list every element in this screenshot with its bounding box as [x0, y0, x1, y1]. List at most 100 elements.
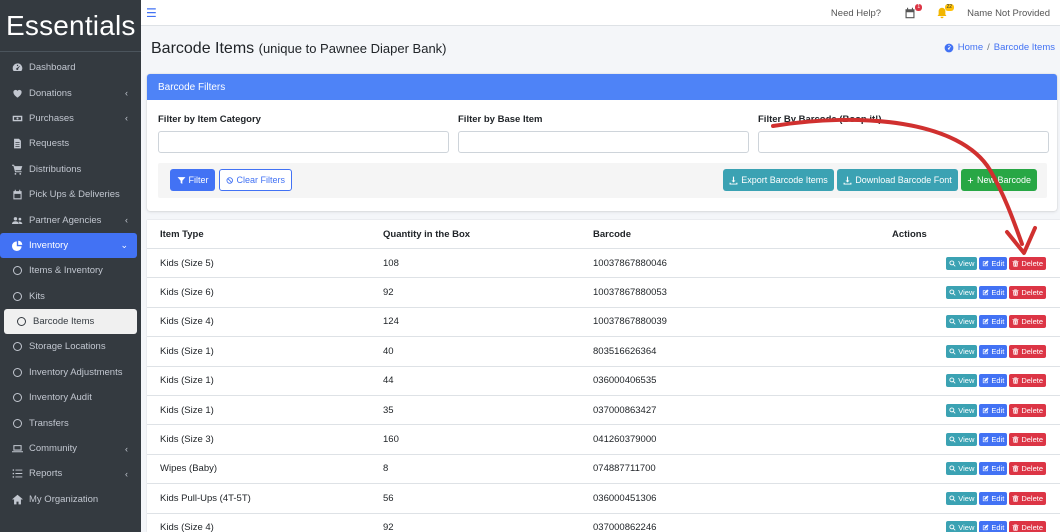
- top-navbar: ☰ Need Help? 1 22 Name Not Provided: [141, 0, 1060, 26]
- sidebar-item-label: Reports: [29, 468, 63, 480]
- sidebar-item-inventory[interactable]: Inventory ⌄: [0, 232, 137, 259]
- sidebar-item-donations[interactable]: Donations ‹: [0, 80, 137, 105]
- hamburger-menu-icon[interactable]: ☰: [146, 6, 157, 20]
- dashboard-icon: [944, 43, 954, 52]
- edit-icon: [983, 377, 989, 384]
- sidebar-item-purchases[interactable]: Purchases ‹: [0, 106, 137, 131]
- chevron-left-icon: ‹: [125, 88, 128, 99]
- filter-category-select[interactable]: [158, 131, 449, 153]
- view-button[interactable]: View: [946, 344, 978, 358]
- table-row: Kids (Size 6) 92 10037867880053 View Edit Del…: [147, 277, 1060, 306]
- sidebar-item-inventory-adjustments[interactable]: Inventory Adjustments: [0, 360, 137, 385]
- alert-badge: 22: [944, 4, 955, 11]
- breadcrumb-current[interactable]: Barcode Items: [994, 42, 1055, 53]
- delete-label: Delete: [1021, 288, 1043, 298]
- edit-button[interactable]: Edit: [979, 256, 1008, 270]
- view-button[interactable]: View: [946, 315, 978, 329]
- new-barcode-button[interactable]: New Barcode: [961, 169, 1037, 191]
- edit-button[interactable]: Edit: [979, 374, 1008, 388]
- sidebar-item-kits[interactable]: Kits: [0, 284, 137, 309]
- delete-button[interactable]: Delete: [1009, 344, 1046, 358]
- pie-chart-icon: [11, 239, 23, 251]
- users-icon: [11, 214, 23, 226]
- edit-button[interactable]: Edit: [979, 403, 1008, 417]
- edit-button[interactable]: Edit: [979, 315, 1008, 329]
- breadcrumb-home[interactable]: Home: [958, 42, 983, 53]
- table-row: Kids (Size 1) 44 036000406535 View Edit Delet…: [147, 365, 1060, 395]
- alerts-icon[interactable]: 22: [935, 4, 955, 20]
- search-icon: [949, 348, 956, 355]
- user-menu[interactable]: Name Not Provided: [967, 8, 1050, 19]
- notifications-icon[interactable]: 1: [903, 4, 923, 20]
- view-button[interactable]: View: [946, 286, 978, 300]
- view-button[interactable]: View: [946, 462, 978, 476]
- row-actions: View Edit Delete: [946, 337, 1046, 365]
- need-help-link[interactable]: Need Help?: [831, 8, 881, 19]
- row-actions: View Edit Delete: [946, 514, 1046, 532]
- clear-filters-button[interactable]: Clear Filters: [219, 169, 292, 191]
- sidebar-item-items-inventory[interactable]: Items & Inventory: [0, 258, 137, 283]
- download-barcode-font-button[interactable]: Download Barcode Font: [837, 169, 958, 191]
- sidebar-item-distributions[interactable]: Distributions: [0, 157, 137, 182]
- sidebar-item-my-organization[interactable]: My Organization: [0, 487, 137, 512]
- cell-quantity: 108: [383, 257, 399, 269]
- view-button[interactable]: View: [946, 433, 978, 447]
- filter-button[interactable]: Filter: [170, 169, 215, 191]
- delete-button[interactable]: Delete: [1009, 403, 1046, 417]
- edit-button[interactable]: Edit: [979, 433, 1008, 447]
- view-label: View: [958, 464, 975, 474]
- export-barcode-items-button[interactable]: Export Barcode Items: [723, 169, 834, 191]
- edit-label: Edit: [991, 464, 1005, 474]
- view-button[interactable]: View: [946, 403, 978, 417]
- cell-item-type: Kids Pull-Ups (4T-5T): [160, 492, 251, 504]
- delete-button[interactable]: Delete: [1009, 256, 1046, 270]
- view-button[interactable]: View: [946, 256, 978, 270]
- sidebar-item-transfers[interactable]: Transfers: [0, 410, 137, 435]
- filter-category-label: Filter by Item Category: [158, 114, 261, 125]
- filter-actions-bar: Filter Clear Filters Export Barcode Item…: [158, 163, 1047, 198]
- view-button[interactable]: View: [946, 491, 978, 505]
- sidebar-item-reports[interactable]: Reports ‹: [0, 461, 137, 486]
- filter-button-label: Filter: [188, 175, 209, 185]
- search-icon: [949, 289, 956, 296]
- trash-icon: [1012, 289, 1019, 296]
- sidebar-item-storage-locations[interactable]: Storage Locations: [0, 334, 137, 359]
- brand-logo[interactable]: Essentials: [0, 0, 141, 52]
- edit-button[interactable]: Edit: [979, 491, 1008, 505]
- delete-button[interactable]: Delete: [1009, 433, 1046, 447]
- sidebar-item-dashboard[interactable]: Dashboard: [0, 55, 137, 80]
- circle-icon: [11, 392, 23, 404]
- sidebar-item-inventory-audit[interactable]: Inventory Audit: [0, 385, 137, 410]
- view-label: View: [958, 435, 975, 445]
- delete-button[interactable]: Delete: [1009, 521, 1046, 532]
- sidebar-item-requests[interactable]: Requests: [0, 131, 137, 156]
- sidebar-item-pickups[interactable]: Pick Ups & Deliveries: [0, 182, 137, 207]
- delete-button[interactable]: Delete: [1009, 286, 1046, 300]
- page-title-text: Barcode Items: [151, 40, 255, 57]
- cell-quantity: 160: [383, 434, 399, 446]
- delete-button[interactable]: Delete: [1009, 462, 1046, 476]
- column-header-barcode: Barcode: [593, 228, 632, 240]
- column-header-quantity: Quantity in the Box: [383, 228, 471, 240]
- edit-button[interactable]: Edit: [979, 286, 1008, 300]
- delete-button[interactable]: Delete: [1009, 491, 1046, 505]
- edit-button[interactable]: Edit: [979, 462, 1008, 476]
- view-label: View: [958, 346, 975, 356]
- cell-quantity: 35: [383, 404, 394, 416]
- barcode-filters-card: Barcode Filters Filter by Item Category …: [147, 74, 1057, 211]
- sidebar-item-partner-agencies[interactable]: Partner Agencies ‹: [0, 207, 137, 232]
- row-actions: View Edit Delete: [946, 249, 1046, 277]
- donations-icon: [11, 87, 23, 99]
- home-icon: [11, 493, 23, 505]
- delete-button[interactable]: Delete: [1009, 374, 1046, 388]
- sidebar-item-barcode-items[interactable]: Barcode Items: [4, 308, 137, 335]
- filter-barcode-input[interactable]: [758, 131, 1049, 153]
- edit-button[interactable]: Edit: [979, 344, 1008, 358]
- delete-button[interactable]: Delete: [1009, 315, 1046, 329]
- view-button[interactable]: View: [946, 374, 978, 388]
- view-button[interactable]: View: [946, 521, 978, 532]
- circle-icon: [11, 290, 23, 302]
- filter-base-item-select[interactable]: [458, 131, 749, 153]
- edit-button[interactable]: Edit: [979, 521, 1008, 532]
- sidebar-item-community[interactable]: Community ‹: [0, 436, 137, 461]
